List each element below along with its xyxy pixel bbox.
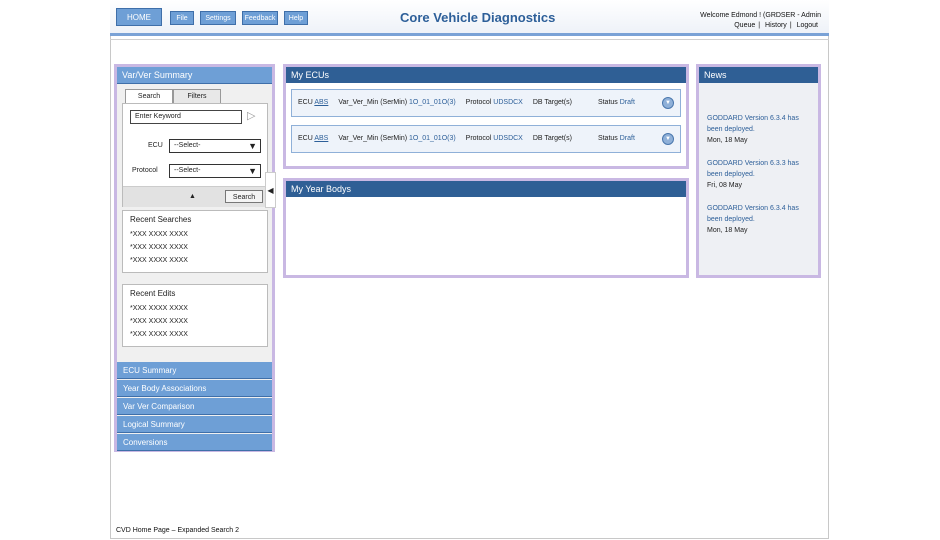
sidebar-item-var-ver-comparison[interactable]: Var Ver Comparison xyxy=(117,398,272,415)
logout-link[interactable]: Logout xyxy=(797,22,818,29)
recent-search-item[interactable]: *XXX XXXX XXXX xyxy=(130,241,260,254)
var-ver-summary-header[interactable]: Var/Ver Summary xyxy=(117,67,272,84)
search-form: Enter Keyword ▷ ECU --Select- ▼ Protocol… xyxy=(122,103,268,207)
nav-file-button[interactable]: File xyxy=(170,11,194,25)
news-text[interactable]: GODDARD Version 6.3.3 has been deployed. xyxy=(707,158,812,180)
sidebar-item-year-body-associations[interactable]: Year Body Associations xyxy=(117,380,272,397)
recent-searches-title: Recent Searches xyxy=(130,215,192,224)
db-target-label: DB Target(s) xyxy=(532,135,572,142)
protocol-row-label: Protocol xyxy=(465,99,492,106)
protocol-value: UDSDCX xyxy=(493,135,523,142)
app-header: HOME File Settings Feedback Help Core Ve… xyxy=(110,0,829,36)
nav-home-button[interactable]: HOME xyxy=(116,8,162,26)
recent-search-item[interactable]: *XXX XXXX XXXX xyxy=(130,254,260,267)
collapse-left-icon[interactable]: ◀ xyxy=(265,172,276,208)
ecu-link[interactable]: ABS xyxy=(314,135,328,142)
news-date: Mon, 18 May xyxy=(707,137,748,144)
ecu-row: ECU ABS Var_Ver_Min (SerMin) 1O_01_01O(3… xyxy=(291,125,681,153)
var-ver-label: Var_Ver_Min (SerMin) xyxy=(338,135,408,142)
history-link[interactable]: History xyxy=(765,22,787,29)
news-text[interactable]: GODDARD Version 6.3.4 has been deployed. xyxy=(707,113,812,135)
ecu-select[interactable]: --Select- ▼ xyxy=(169,139,261,153)
my-year-bodys-panel: My Year Bodys xyxy=(283,178,689,278)
expand-down-icon[interactable]: ▼ xyxy=(662,133,674,145)
header-divider xyxy=(110,39,829,40)
news-list: GODDARD Version 6.3.4 has been deployed.… xyxy=(699,83,818,236)
protocol-select-value: --Select- xyxy=(174,167,201,174)
var-ver-value: 1O_01_01O(3) xyxy=(409,99,456,106)
var-ver-value: 1O_01_01O(3) xyxy=(409,135,456,142)
news-item: GODDARD Version 6.3.4 has been deployed.… xyxy=(707,203,812,236)
db-target-label: DB Target(s) xyxy=(532,99,572,106)
ecu-row-label: ECU xyxy=(298,135,313,142)
var-ver-summary-panel: Var/Ver Summary Search Filters Enter Key… xyxy=(114,64,275,452)
keyword-input[interactable]: Enter Keyword xyxy=(130,110,242,124)
nav-settings-button[interactable]: Settings xyxy=(200,11,236,25)
news-item: GODDARD Version 6.3.4 has been deployed.… xyxy=(707,113,812,146)
news-date: Mon, 18 May xyxy=(707,227,748,234)
status-value: Draft xyxy=(619,135,635,142)
news-date: Fri, 08 May xyxy=(707,182,743,189)
my-ecus-header: My ECUs xyxy=(286,67,686,83)
status-value: Draft xyxy=(619,99,635,106)
recent-edits-box: Recent Edits *XXX XXXX XXXX *XXX XXXX XX… xyxy=(122,284,268,347)
welcome-text: Welcome Edmond ! (GRDSER - Admin xyxy=(700,12,821,19)
tab-search[interactable]: Search xyxy=(125,89,173,103)
sidebar-item-conversions[interactable]: Conversions xyxy=(117,434,272,451)
app-title: Core Vehicle Diagnostics xyxy=(400,10,556,25)
protocol-row-label: Protocol xyxy=(465,135,492,142)
protocol-select[interactable]: --Select- ▼ xyxy=(169,164,261,178)
news-panel: News GODDARD Version 6.3.4 has been depl… xyxy=(696,64,821,278)
ecu-row-label: ECU xyxy=(298,99,313,106)
news-text[interactable]: GODDARD Version 6.3.4 has been deployed. xyxy=(707,203,812,225)
chevron-down-icon: ▼ xyxy=(248,166,257,176)
tab-filters[interactable]: Filters xyxy=(173,89,221,103)
recent-edit-item[interactable]: *XXX XXXX XXXX xyxy=(130,315,260,328)
search-button[interactable]: Search xyxy=(225,190,263,203)
ecu-label: ECU xyxy=(148,142,163,149)
news-header: News xyxy=(699,67,818,83)
my-ecus-panel: My ECUs ECU ABS Var_Ver_Min (SerMin) 1O_… xyxy=(283,64,689,169)
page-caption: CVD Home Page – Expanded Search 2 xyxy=(116,527,239,534)
nav-feedback-button[interactable]: Feedback xyxy=(242,11,278,25)
header-links: Queue | History | Logout xyxy=(734,22,818,29)
status-label: Status xyxy=(597,99,618,106)
queue-link[interactable]: Queue xyxy=(734,22,755,29)
my-year-bodys-header: My Year Bodys xyxy=(286,181,686,197)
sidebar-item-logical-summary[interactable]: Logical Summary xyxy=(117,416,272,433)
collapse-up-icon[interactable]: ▲ xyxy=(189,193,196,200)
news-item: GODDARD Version 6.3.3 has been deployed.… xyxy=(707,158,812,191)
protocol-label: Protocol xyxy=(132,167,158,174)
recent-edits-title: Recent Edits xyxy=(130,289,176,298)
ecu-select-value: --Select- xyxy=(174,142,201,149)
var-ver-label: Var_Ver_Min (SerMin) xyxy=(338,99,408,106)
sidebar-item-ecu-summary[interactable]: ECU Summary xyxy=(117,362,272,379)
expand-down-icon[interactable]: ▼ xyxy=(662,97,674,109)
nav-help-button[interactable]: Help xyxy=(284,11,308,25)
ecu-link[interactable]: ABS xyxy=(314,99,328,106)
recent-edit-item[interactable]: *XXX XXXX XXXX xyxy=(130,302,260,315)
recent-searches-box: Recent Searches *XXX XXXX XXXX *XXX XXXX… xyxy=(122,210,268,273)
status-label: Status xyxy=(597,135,618,142)
recent-search-item[interactable]: *XXX XXXX XXXX xyxy=(130,228,260,241)
protocol-value: UDSDCX xyxy=(493,99,523,106)
chevron-down-icon: ▼ xyxy=(248,141,257,151)
recent-edit-item[interactable]: *XXX XXXX XXXX xyxy=(130,328,260,341)
ecu-row: ECU ABS Var_Ver_Min (SerMin) 1O_01_01O(3… xyxy=(291,89,681,117)
search-action-bar: ▲ Search xyxy=(123,186,267,207)
go-arrow-icon[interactable]: ▷ xyxy=(247,109,255,122)
